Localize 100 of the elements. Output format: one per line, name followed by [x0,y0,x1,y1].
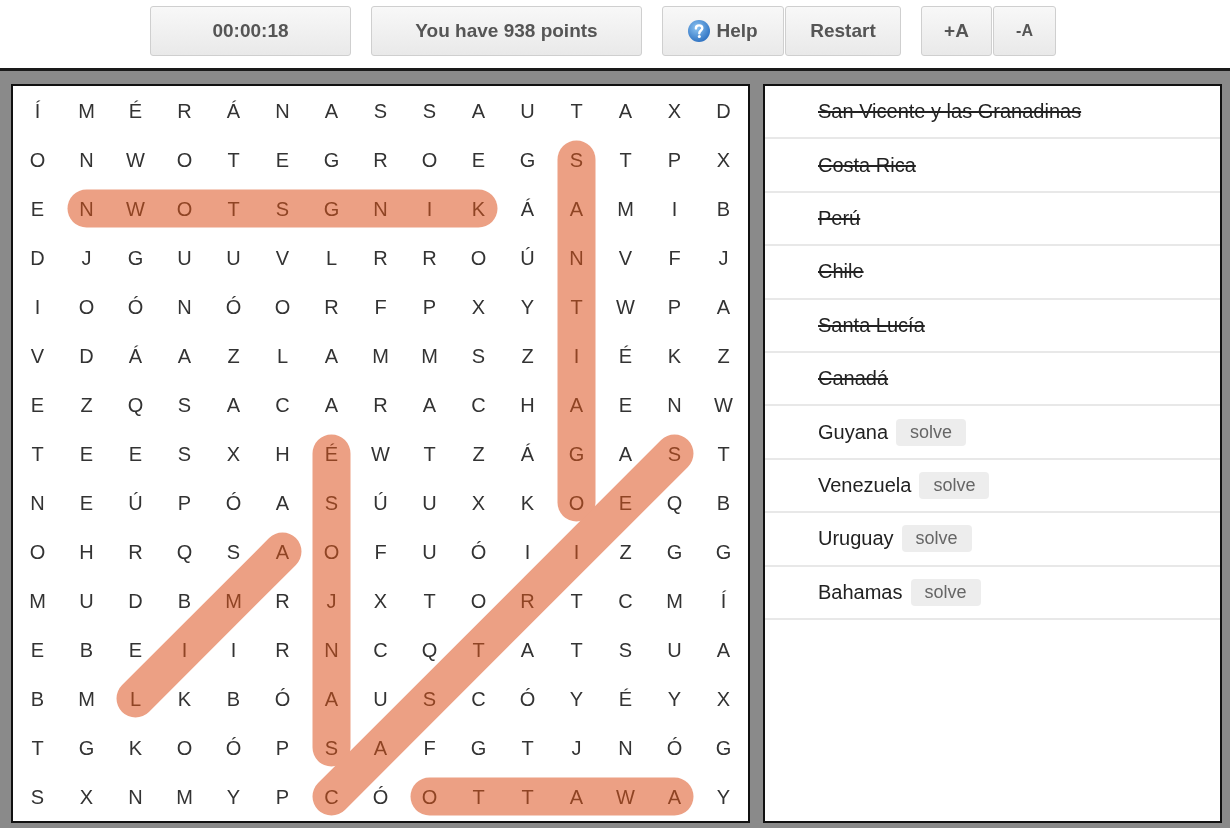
grid-letter[interactable]: B [177,590,192,611]
grid-letter[interactable]: P [177,492,192,513]
grid-letter[interactable]: I [34,296,41,317]
grid-letter[interactable]: R [422,247,437,268]
grid-letter[interactable]: Ú [128,492,143,513]
grid-letter[interactable]: X [716,149,731,170]
grid-letter[interactable]: K [667,345,682,366]
grid-letter[interactable]: Á [520,443,535,464]
grid-letter[interactable]: A [177,345,192,366]
grid-letter[interactable]: T [227,149,240,170]
grid-letter[interactable]: H [79,541,94,562]
grid-letter[interactable]: N [177,296,192,317]
grid-letter[interactable]: F [423,737,436,758]
grid-letter[interactable]: A [716,639,731,660]
grid-letter[interactable]: U [373,688,388,709]
grid-letter[interactable]: N [30,492,45,513]
grid-letter[interactable]: C [471,688,486,709]
grid-letter[interactable]: G [666,541,683,562]
grid-letter[interactable]: T [423,590,436,611]
grid-letter[interactable]: Í [34,100,41,121]
grid-letter[interactable]: U [422,492,437,513]
grid-letter[interactable]: D [79,345,94,366]
grid-letter[interactable]: N [667,394,682,415]
grid-letter[interactable]: R [275,590,290,611]
grid-letter[interactable]: O [470,590,487,611]
grid-letter[interactable]: R [275,639,290,660]
grid-letter[interactable]: O [470,247,487,268]
grid-letter[interactable]: Ó [274,688,291,709]
grid-letter[interactable]: M [78,100,95,121]
grid-letter[interactable]: C [275,394,290,415]
grid-letter[interactable]: P [667,149,682,170]
grid-letter[interactable]: P [275,737,290,758]
grid-letter[interactable]: T [423,443,436,464]
grid-letter[interactable]: B [30,688,45,709]
grid-letter[interactable]: É [618,345,633,366]
grid-letter[interactable]: S [618,639,633,660]
grid-letter[interactable]: A [520,639,535,660]
grid-letter[interactable]: X [471,296,486,317]
grid-letter[interactable]: R [373,149,388,170]
solve-button[interactable]: solve [919,471,990,499]
grid-letter[interactable]: U [422,541,437,562]
grid-letter[interactable]: P [667,296,682,317]
grid-letter[interactable]: X [373,590,388,611]
solve-button[interactable]: solve [910,578,981,606]
grid-letter[interactable]: M [617,198,634,219]
grid-letter[interactable]: Q [666,492,683,513]
grid-letter[interactable]: T [31,443,44,464]
grid-letter[interactable]: U [177,247,192,268]
grid-letter[interactable]: Z [80,394,93,415]
grid-letter[interactable]: Ó [225,492,242,513]
grid-letter[interactable]: P [275,786,290,807]
grid-letter[interactable]: R [373,394,388,415]
grid-letter[interactable]: C [618,590,633,611]
grid-letter[interactable]: Q [127,394,144,415]
grid-letter[interactable]: Á [128,345,143,366]
grid-letter[interactable]: G [715,737,732,758]
grid-letter[interactable]: Ú [373,492,388,513]
grid-letter[interactable]: R [373,247,388,268]
grid-letter[interactable]: Z [472,443,485,464]
grid-letter[interactable]: O [29,149,46,170]
grid-letter[interactable]: U [226,247,241,268]
font-decrease-button[interactable]: -A [993,6,1056,56]
grid-letter[interactable]: É [618,688,633,709]
grid-letter[interactable]: E [128,639,143,660]
grid-letter[interactable]: V [618,247,633,268]
grid-letter[interactable]: G [127,247,144,268]
grid-letter[interactable]: S [226,541,241,562]
grid-letter[interactable]: T [570,590,583,611]
grid-letter[interactable]: D [128,590,143,611]
grid-letter[interactable]: E [618,394,633,415]
grid-letter[interactable]: G [715,541,732,562]
grid-letter[interactable]: K [520,492,535,513]
grid-letter[interactable]: M [666,590,683,611]
grid-letter[interactable]: S [177,394,192,415]
grid-letter[interactable]: O [78,296,95,317]
grid-letter[interactable]: O [421,149,438,170]
grid-letter[interactable]: O [274,296,291,317]
font-increase-button[interactable]: +A [921,6,992,56]
grid-letter[interactable]: L [325,247,338,268]
grid-letter[interactable]: M [421,345,438,366]
grid-letter[interactable]: E [30,394,45,415]
grid-letter[interactable]: N [128,786,143,807]
grid-letter[interactable]: A [471,100,486,121]
grid-letter[interactable]: K [177,688,192,709]
grid-letter[interactable]: I [671,198,678,219]
grid-letter[interactable]: Z [619,541,632,562]
grid-letter[interactable]: G [323,149,340,170]
grid-letter[interactable]: É [128,100,143,121]
grid-letter[interactable]: A [422,394,437,415]
grid-letter[interactable]: A [226,394,241,415]
grid-letter[interactable]: Y [716,786,731,807]
grid-letter[interactable]: A [275,492,290,513]
grid-letter[interactable]: Ó [372,786,389,807]
grid-letter[interactable]: S [30,786,45,807]
grid-letter[interactable]: Ó [225,296,242,317]
grid-letter[interactable]: N [79,149,94,170]
grid-letter[interactable]: S [177,443,192,464]
grid-letter[interactable]: M [29,590,46,611]
grid-letter[interactable]: R [324,296,339,317]
grid-letter[interactable]: U [79,590,94,611]
